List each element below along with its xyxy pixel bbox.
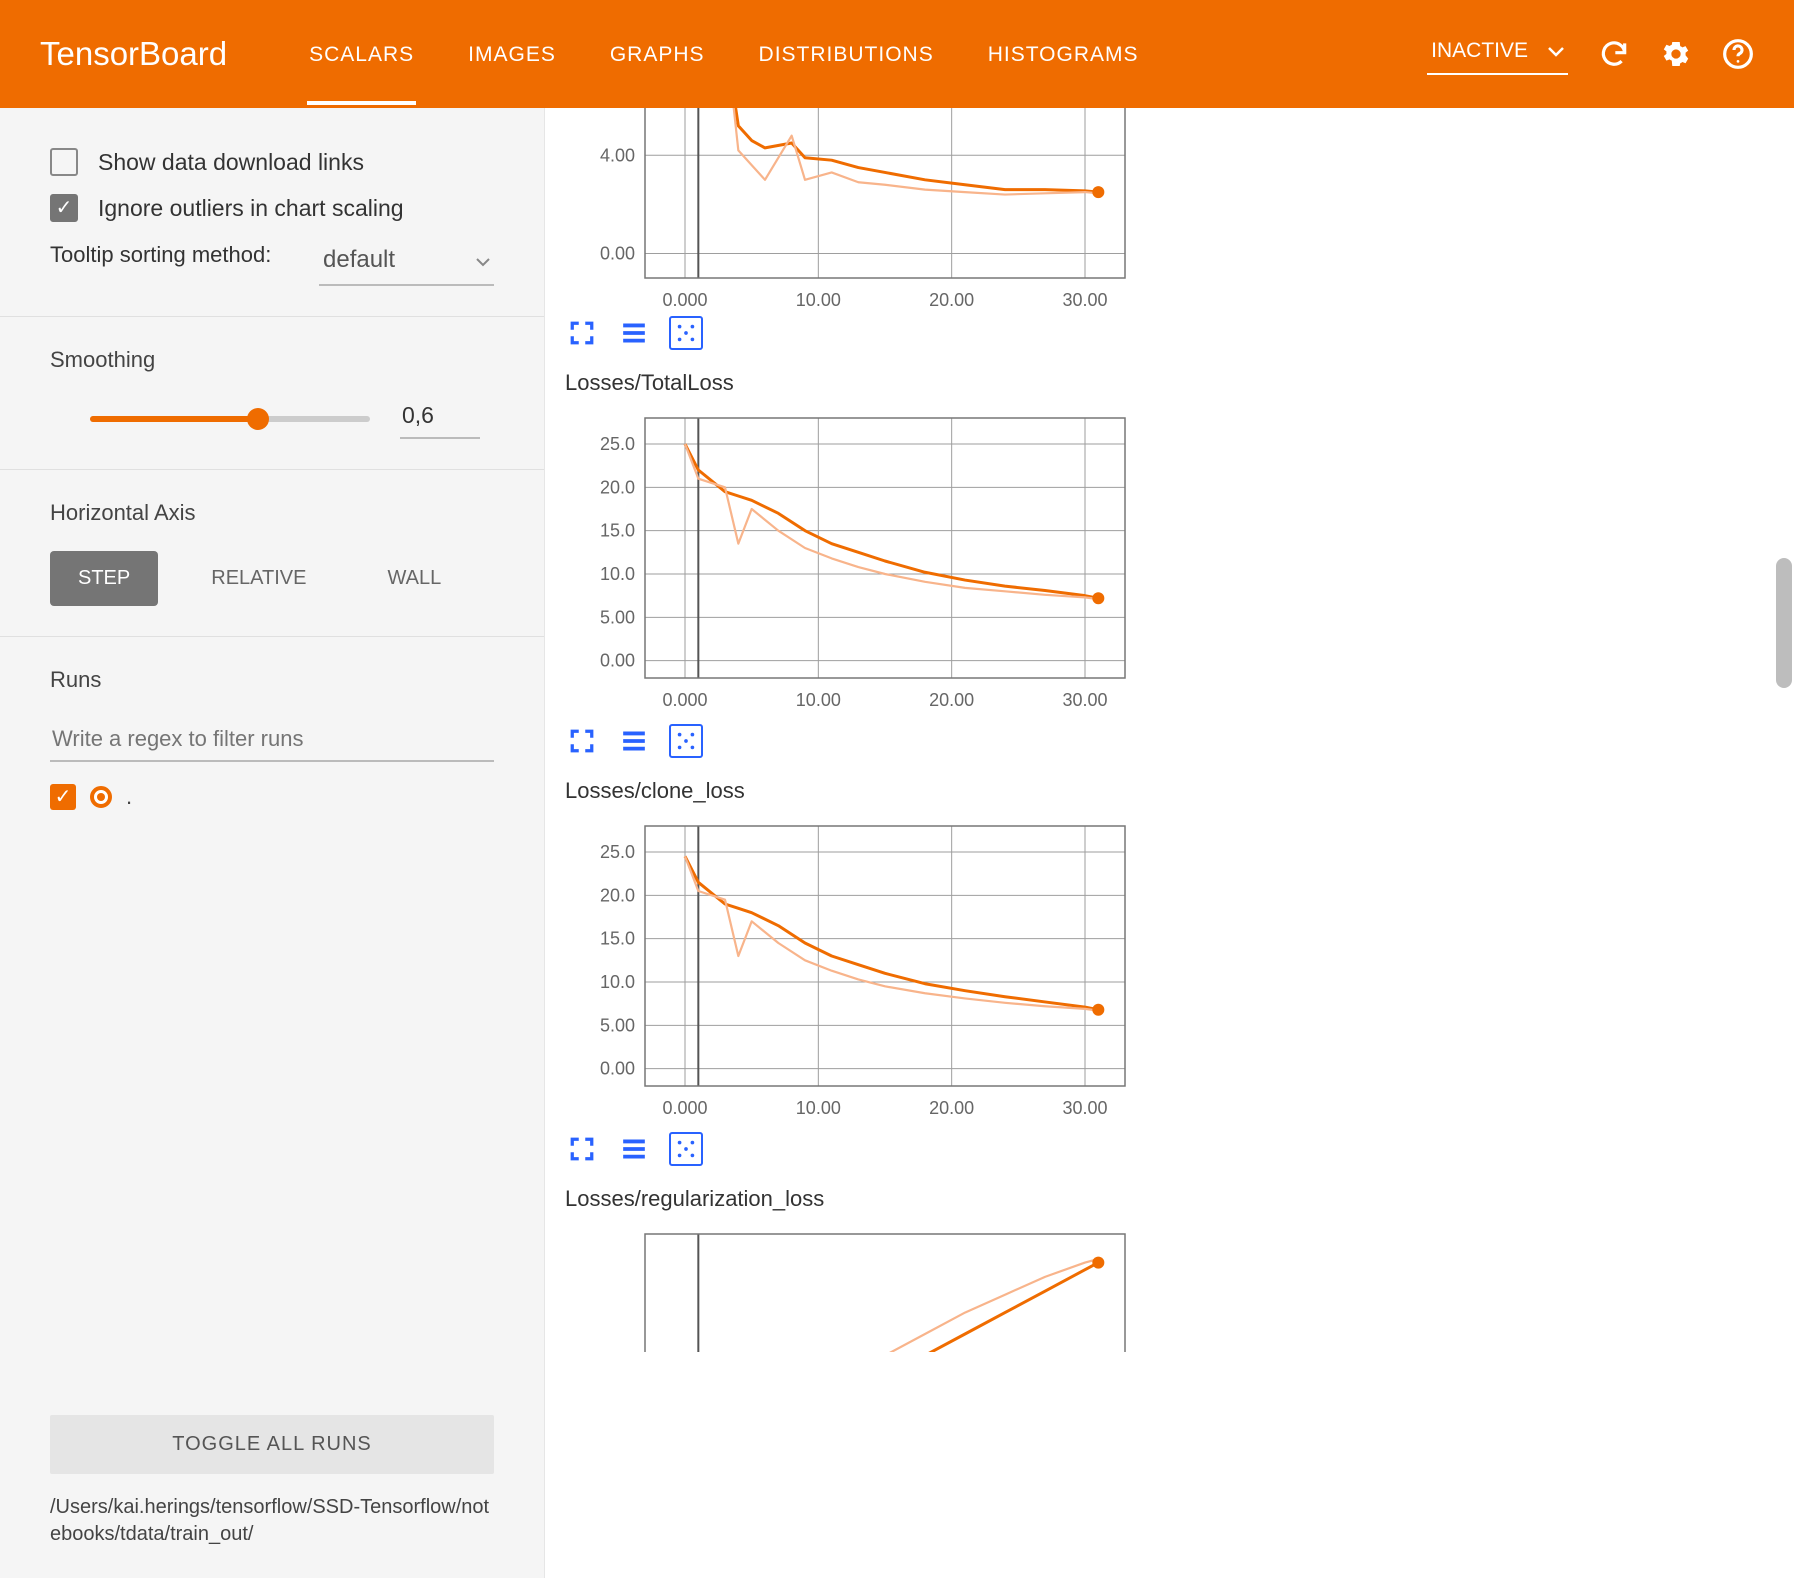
tab-scalars[interactable]: SCALARS (307, 3, 416, 105)
horizontal-axis-label: Horizontal Axis (50, 500, 494, 526)
chart-block: Losses/regularization_loss 0.5300.530 (565, 1186, 1794, 1352)
svg-text:5.00: 5.00 (600, 607, 635, 627)
svg-text:10.0: 10.0 (600, 972, 635, 992)
svg-text:20.00: 20.00 (929, 1098, 974, 1118)
chart-toolbar (565, 316, 1794, 350)
svg-text:0.000: 0.000 (662, 690, 707, 710)
smoothing-value[interactable]: 0,6 (400, 398, 480, 439)
svg-text:20.00: 20.00 (929, 690, 974, 710)
svg-text:15.0: 15.0 (600, 929, 635, 949)
svg-text:25.0: 25.0 (600, 842, 635, 862)
fit-icon[interactable] (669, 724, 703, 758)
app-title: TensorBoard (40, 35, 227, 73)
chart-block: 8.004.000.000.00010.0020.0030.00 (565, 108, 1794, 350)
chart-block: Losses/TotalLoss 25.0 20.0 15.0 10.0 5.00 0.00… (565, 370, 1794, 758)
run-checkbox[interactable]: ✓ (50, 784, 76, 810)
log-path: /Users/kai.herings/tensorflow/SSD-Tensor… (50, 1494, 494, 1548)
svg-text:10.0: 10.0 (600, 564, 635, 584)
list-icon[interactable] (617, 1132, 651, 1166)
chevron-down-icon (476, 246, 490, 274)
svg-text:0.00: 0.00 (600, 651, 635, 671)
toggle-all-runs-button[interactable]: TOGGLE ALL RUNS (50, 1415, 494, 1474)
app-header: TensorBoard SCALARS IMAGES GRAPHS DISTRI… (0, 0, 1794, 108)
refresh-icon[interactable] (1598, 38, 1630, 70)
help-icon[interactable] (1722, 38, 1754, 70)
fit-icon[interactable] (669, 316, 703, 350)
svg-text:30.00: 30.00 (1062, 690, 1107, 710)
list-icon[interactable] (617, 724, 651, 758)
settings-sidebar: Show data download links ✓ Ignore outlie… (0, 108, 545, 1578)
axis-wall-button[interactable]: WALL (359, 551, 469, 606)
smoothing-slider[interactable] (90, 416, 370, 422)
runs-label: Runs (50, 667, 494, 693)
list-icon[interactable] (617, 316, 651, 350)
svg-text:30.00: 30.00 (1062, 290, 1107, 308)
svg-text:5.00: 5.00 (600, 1015, 635, 1035)
svg-text:0.000: 0.000 (662, 1098, 707, 1118)
chart-toolbar (565, 1132, 1794, 1166)
expand-icon[interactable] (565, 316, 599, 350)
chart-title: Losses/regularization_loss (565, 1186, 1794, 1212)
chart-canvas[interactable]: 8.004.000.000.00010.0020.0030.00 (565, 108, 1155, 308)
svg-text:4.00: 4.00 (600, 145, 635, 165)
svg-text:20.0: 20.0 (600, 477, 635, 497)
svg-text:0.00: 0.00 (600, 243, 635, 263)
tooltip-sort-value: default (323, 246, 395, 274)
svg-text:25.0: 25.0 (600, 434, 635, 454)
fit-icon[interactable] (669, 1132, 703, 1166)
runs-filter-input[interactable] (50, 718, 494, 762)
chevron-down-icon (1548, 39, 1564, 63)
check-icon: ✓ (56, 198, 73, 218)
slider-thumb[interactable] (247, 408, 269, 430)
svg-text:0.000: 0.000 (662, 290, 707, 308)
axis-step-button[interactable]: STEP (50, 551, 158, 606)
ignore-outliers-checkbox[interactable]: ✓ (50, 194, 78, 222)
svg-text:20.0: 20.0 (600, 885, 635, 905)
chart-canvas[interactable]: 0.5300.530 (565, 1222, 1155, 1352)
svg-text:10.00: 10.00 (796, 690, 841, 710)
expand-icon[interactable] (565, 724, 599, 758)
svg-text:15.0: 15.0 (600, 521, 635, 541)
show-downloads-checkbox[interactable] (50, 148, 78, 176)
chart-block: Losses/clone_loss 25.0 20.0 15.0 10.0 5.00 0.0… (565, 778, 1794, 1166)
tab-images[interactable]: IMAGES (466, 3, 558, 105)
gear-icon[interactable] (1660, 38, 1692, 70)
vertical-scrollbar[interactable] (1776, 558, 1792, 688)
charts-area: 8.004.000.000.00010.0020.0030.00 Losses/… (545, 108, 1794, 1578)
smoothing-label: Smoothing (50, 347, 494, 373)
svg-text:20.00: 20.00 (929, 290, 974, 308)
run-item[interactable]: ✓ . (50, 784, 494, 810)
svg-text:10.00: 10.00 (796, 290, 841, 308)
header-actions: INACTIVE (1427, 33, 1754, 75)
chart-title: Losses/TotalLoss (565, 370, 1794, 396)
check-icon: ✓ (55, 787, 72, 807)
svg-text:10.00: 10.00 (796, 1098, 841, 1118)
chart-toolbar (565, 724, 1794, 758)
inactive-dropdown[interactable]: INACTIVE (1427, 33, 1568, 75)
run-label: . (126, 784, 132, 810)
tooltip-sort-label: Tooltip sorting method: (50, 242, 271, 268)
chart-title: Losses/clone_loss (565, 778, 1794, 804)
tab-distributions[interactable]: DISTRIBUTIONS (757, 3, 936, 105)
ignore-outliers-label: Ignore outliers in chart scaling (98, 195, 404, 222)
show-downloads-label: Show data download links (98, 149, 364, 176)
tooltip-sort-select[interactable]: default (319, 242, 494, 286)
axis-relative-button[interactable]: RELATIVE (183, 551, 334, 606)
svg-text:30.00: 30.00 (1062, 1098, 1107, 1118)
run-color-swatch (90, 786, 112, 808)
chart-canvas[interactable]: 25.0 20.0 15.0 10.0 5.00 0.00 0.000 10.00 20.00 3… (565, 814, 1155, 1124)
tab-graphs[interactable]: GRAPHS (608, 3, 707, 105)
tab-histograms[interactable]: HISTOGRAMS (986, 3, 1141, 105)
header-tabs: SCALARS IMAGES GRAPHS DISTRIBUTIONS HIST… (307, 3, 1427, 105)
expand-icon[interactable] (565, 1132, 599, 1166)
dropdown-label: INACTIVE (1431, 39, 1528, 63)
chart-canvas[interactable]: 25.0 20.0 15.0 10.0 5.00 0.00 0.000 10.00 20.00 3… (565, 406, 1155, 716)
svg-text:0.00: 0.00 (600, 1059, 635, 1079)
